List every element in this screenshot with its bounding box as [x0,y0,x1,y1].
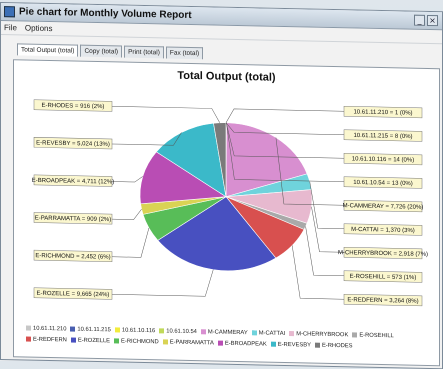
legend-label: 10.61.11.210 [33,326,66,333]
pie-chart: 10.61.11.210 = 1 (0%) 10.61.11.215 = 8 (0… [14,60,439,331]
legend-swatch [289,331,294,336]
legend-swatch [201,329,206,334]
slice-label-10-61-11-210: 10.61.11.210 = 1 (0%) [353,109,412,116]
legend-item-e-redfern: E-REDFERN [26,335,67,347]
legend-swatch [315,343,320,348]
legend-swatch [352,332,357,337]
legend-item-e-rosehill: E-ROSEHILL [352,330,393,342]
legend-swatch [115,327,120,332]
label-leader-e-parramatta [112,209,142,220]
legend-label: E-BROADPEAK [225,341,267,348]
legend-label: E-ROZELLE [78,338,110,345]
label-leader-m-cherrybrook [311,207,344,252]
legend-item-e-broadpeak: E-BROADPEAK [218,339,267,351]
label-leader-e-redfern [292,245,344,299]
menu-file[interactable]: File [4,23,17,32]
label-leader-10-61-11-210 [226,109,344,125]
legend-item-e-rozelle: E-ROZELLE [71,335,110,347]
tab-print[interactable]: Print (total) [124,46,164,59]
legend-label: M-CHERRYBROOK [296,331,348,338]
legend-label: 10.61.10.116 [122,328,155,335]
legend-swatch [163,339,168,344]
legend-label: 10.61.11.215 [77,327,110,334]
legend-label: E-ROSEHILL [359,333,393,340]
label-leader-e-rhodes [112,106,220,122]
menu-options[interactable]: Options [25,24,53,34]
legend-swatch [159,328,164,333]
legend-swatch [26,326,31,331]
legend-swatch [26,337,31,342]
window-title: Pie chart for Monthly Volume Report [19,6,192,21]
legend-label: E-PARRAMATTA [170,340,214,347]
legend-label: E-RHODES [322,343,353,350]
slice-label-10-61-10-116: 10.61.10.116 = 14 (0%) [352,156,414,163]
legend-item-e-richmond: E-RICHMOND [114,336,159,348]
slice-label-10-61-11-215: 10.61.11.215 = 8 (0%) [353,133,412,140]
legend-swatch [70,326,75,331]
legend-swatch [271,342,276,347]
legend-item-m-cattai: M-CATTAI [252,328,286,340]
tab-copy[interactable]: Copy (total) [80,45,122,58]
legend-swatch [71,337,76,342]
window-controls: _ × [414,15,438,27]
close-icon[interactable]: × [427,15,438,26]
label-leader-e-broadpeak [112,176,143,182]
legend-label: E-RICHMOND [121,339,159,346]
legend-swatch [114,338,119,343]
legend-swatch [252,330,257,335]
minimize-icon[interactable]: _ [414,15,425,26]
label-leader-e-richmond [112,227,149,257]
legend-item-e-rhodes: E-RHODES [315,341,353,353]
app-icon [4,6,15,17]
chart-window: Pie chart for Monthly Volume Report _ × … [0,2,443,369]
legend-item-10-61-11-210: 10.61.11.210 [26,324,66,336]
legend-item-10-61-11-215: 10.61.11.215 [70,324,110,336]
legend-label: M-CAMMERAY [208,329,248,336]
label-leader-e-rozelle [112,268,213,297]
legend-label: E-REVESBY [278,342,311,349]
legend-label: E-REDFERN [33,337,67,344]
legend-swatch [218,341,223,346]
tab-total-output[interactable]: Total Output (total) [17,43,78,56]
legend-item-10-61-10-54: 10.61.10.54 [159,326,197,338]
slice-label-10-61-10-54: 10.61.10.54 = 13 (0%) [353,180,413,187]
chart-panel: Total Output (total) 10.61.11.210 = 1 (0… [13,59,440,366]
legend-item-e-revesby: E-REVESBY [271,340,311,352]
slice-label-e-rhodes: E-RHODES = 916 (2%) [42,103,105,110]
legend-item-10-61-10-116: 10.61.10.116 [115,325,155,337]
tab-fax[interactable]: Fax (total) [166,46,203,59]
legend-label: 10.61.10.54 [166,328,197,335]
legend-item-e-parramatta: E-PARRAMATTA [163,337,214,349]
legend-label: M-CATTAI [259,330,286,337]
